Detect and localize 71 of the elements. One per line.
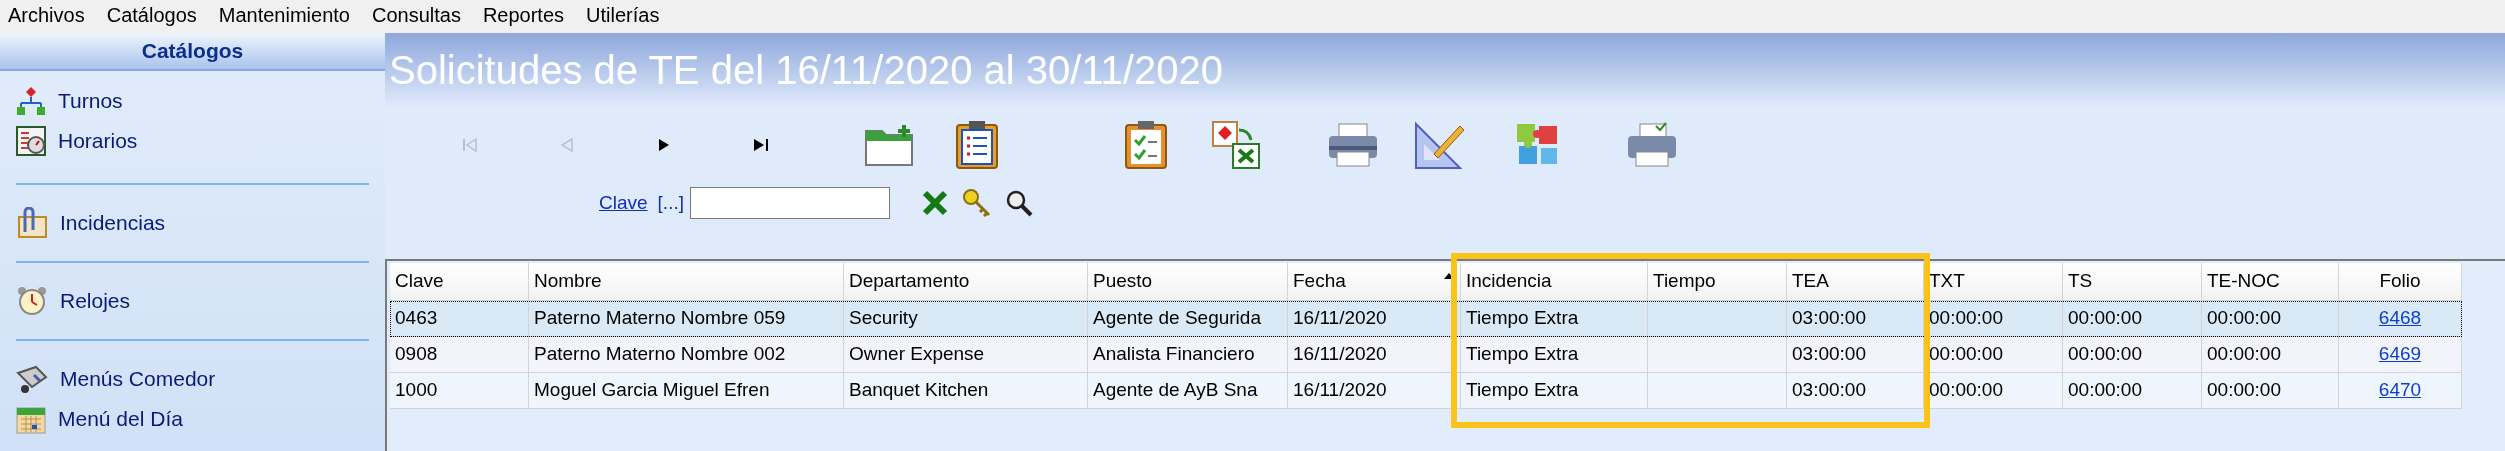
sidebar-item[interactable]: Relojes [16,281,385,321]
folio-link[interactable]: 6470 [2378,376,2422,405]
sidebar-item[interactable]: Horarios [16,121,385,161]
clave-link[interactable]: Clave [599,188,648,218]
table-cell-text: Banquet Kitchen [849,378,989,403]
table-cell-text: 00:00:00 [2207,342,2281,367]
table-cell-text: 00:00:00 [2068,342,2142,367]
table-cell-text: 03:00:00 [1792,306,1866,331]
export-spreadsheet-icon [1211,120,1261,170]
last-icon [752,137,770,153]
table-cell-text: Agente de AyB Sna [1093,378,1258,403]
first-icon [462,137,478,153]
table-row[interactable]: 0463 Paterno Materno Nombre 059 Security Agente de Segurida 16/11/2020 Tiempo Extra 03:00:00 00:00:00 00:00:00 00:00:00 6468 [390,301,2462,337]
table-cell-text: 16/11/2020 [1293,378,1387,403]
table-cell-text: 00:00:00 [2207,378,2281,403]
table-cell-text: 0908 [395,342,438,367]
calendar-icon [16,404,46,434]
table-cell-text: 00:00:00 [2068,306,2142,331]
table-row[interactable]: 0908 Paterno Materno Nombre 002 Owner Expense Analista Financiero 16/11/2020 Tiempo Extra 03:00:00 00:00:00 00:00:00 00:00:00 6469 [390,337,2462,373]
sort-ascending-icon [1444,273,1454,279]
sidebar-item[interactable]: Menús Comedor [16,359,385,399]
table-cell-text: Moguel Garcia Miguel Efren [534,378,770,403]
printer-icon [1327,122,1379,168]
table-cell-text: 16/11/2020 [1293,306,1387,331]
table-cell-text: 03:00:00 [1792,378,1866,403]
table-cell-text: Owner Expense [849,342,985,367]
alarm-clock-icon [16,285,48,317]
key-icon [962,188,992,218]
close-icon [922,190,948,216]
menu-item[interactable]: Mantenimiento [218,0,350,30]
ruler-pencil-icon [1414,120,1466,170]
sidebar-item[interactable]: Incidencias [16,203,385,243]
folio-link[interactable]: 6468 [2378,304,2422,333]
paperclip-folder-icon [16,207,48,239]
schedule-clock-icon [16,126,46,156]
menu-item[interactable]: Reportes [482,0,565,30]
table-cell-text: 00:00:00 [1929,306,2003,331]
menu-item[interactable]: Utilerías [586,0,660,30]
browse-button[interactable]: [...] [657,188,684,218]
printer-icon [1626,122,1678,168]
clipboard-check-icon [1124,120,1168,170]
previous-icon [559,137,575,153]
table-cell-text: Security [849,306,918,331]
table-cell-text: Tiempo Extra [1466,306,1579,331]
clave-field[interactable] [690,187,890,219]
table-cell-text: 00:00:00 [2207,306,2281,331]
table-cell-text: Analista Financiero [1093,342,1255,367]
table-row[interactable]: 1000 Moguel Garcia Miguel Efren Banquet Kitchen Agente de AyB Sna 16/11/2020 Tiempo Extra 03:00:00 00:00:00 00:00:00 00:00:00 6470 [390,373,2462,409]
table-cell-text: 00:00:00 [1929,378,2003,403]
table-cell-text: 00:00:00 [1929,342,2003,367]
folder-add-icon [864,123,914,167]
menu-item[interactable]: Consultas [371,0,461,30]
sidebar-item[interactable]: Menú del Día [16,399,385,439]
table-cell-text: Tiempo Extra [1466,342,1579,367]
table-cell-text: Tiempo Extra [1466,378,1579,403]
sidebar-header: Catálogos [0,33,385,71]
table-cell-text: 1000 [395,378,438,403]
table-cell-text: 0463 [395,306,438,331]
clipboard-list-icon [955,120,999,170]
menu-item[interactable]: Archivos [8,0,85,30]
table-cell-text: 16/11/2020 [1293,342,1387,367]
menu-item[interactable]: Catálogos [106,0,197,30]
folio-link[interactable]: 6469 [2378,340,2422,369]
search-icon [1005,189,1033,217]
table-cell-text: 03:00:00 [1792,342,1866,367]
hierarchy-icon [16,86,46,116]
table-cell-text: Paterno Materno Nombre 059 [534,306,786,331]
table-cell-text: 00:00:00 [2068,378,2142,403]
table-cell-text: Agente de Segurida [1093,306,1261,331]
sidebar-item[interactable]: Turnos [16,81,385,121]
table-cell-text: Paterno Materno Nombre 002 [534,342,786,367]
